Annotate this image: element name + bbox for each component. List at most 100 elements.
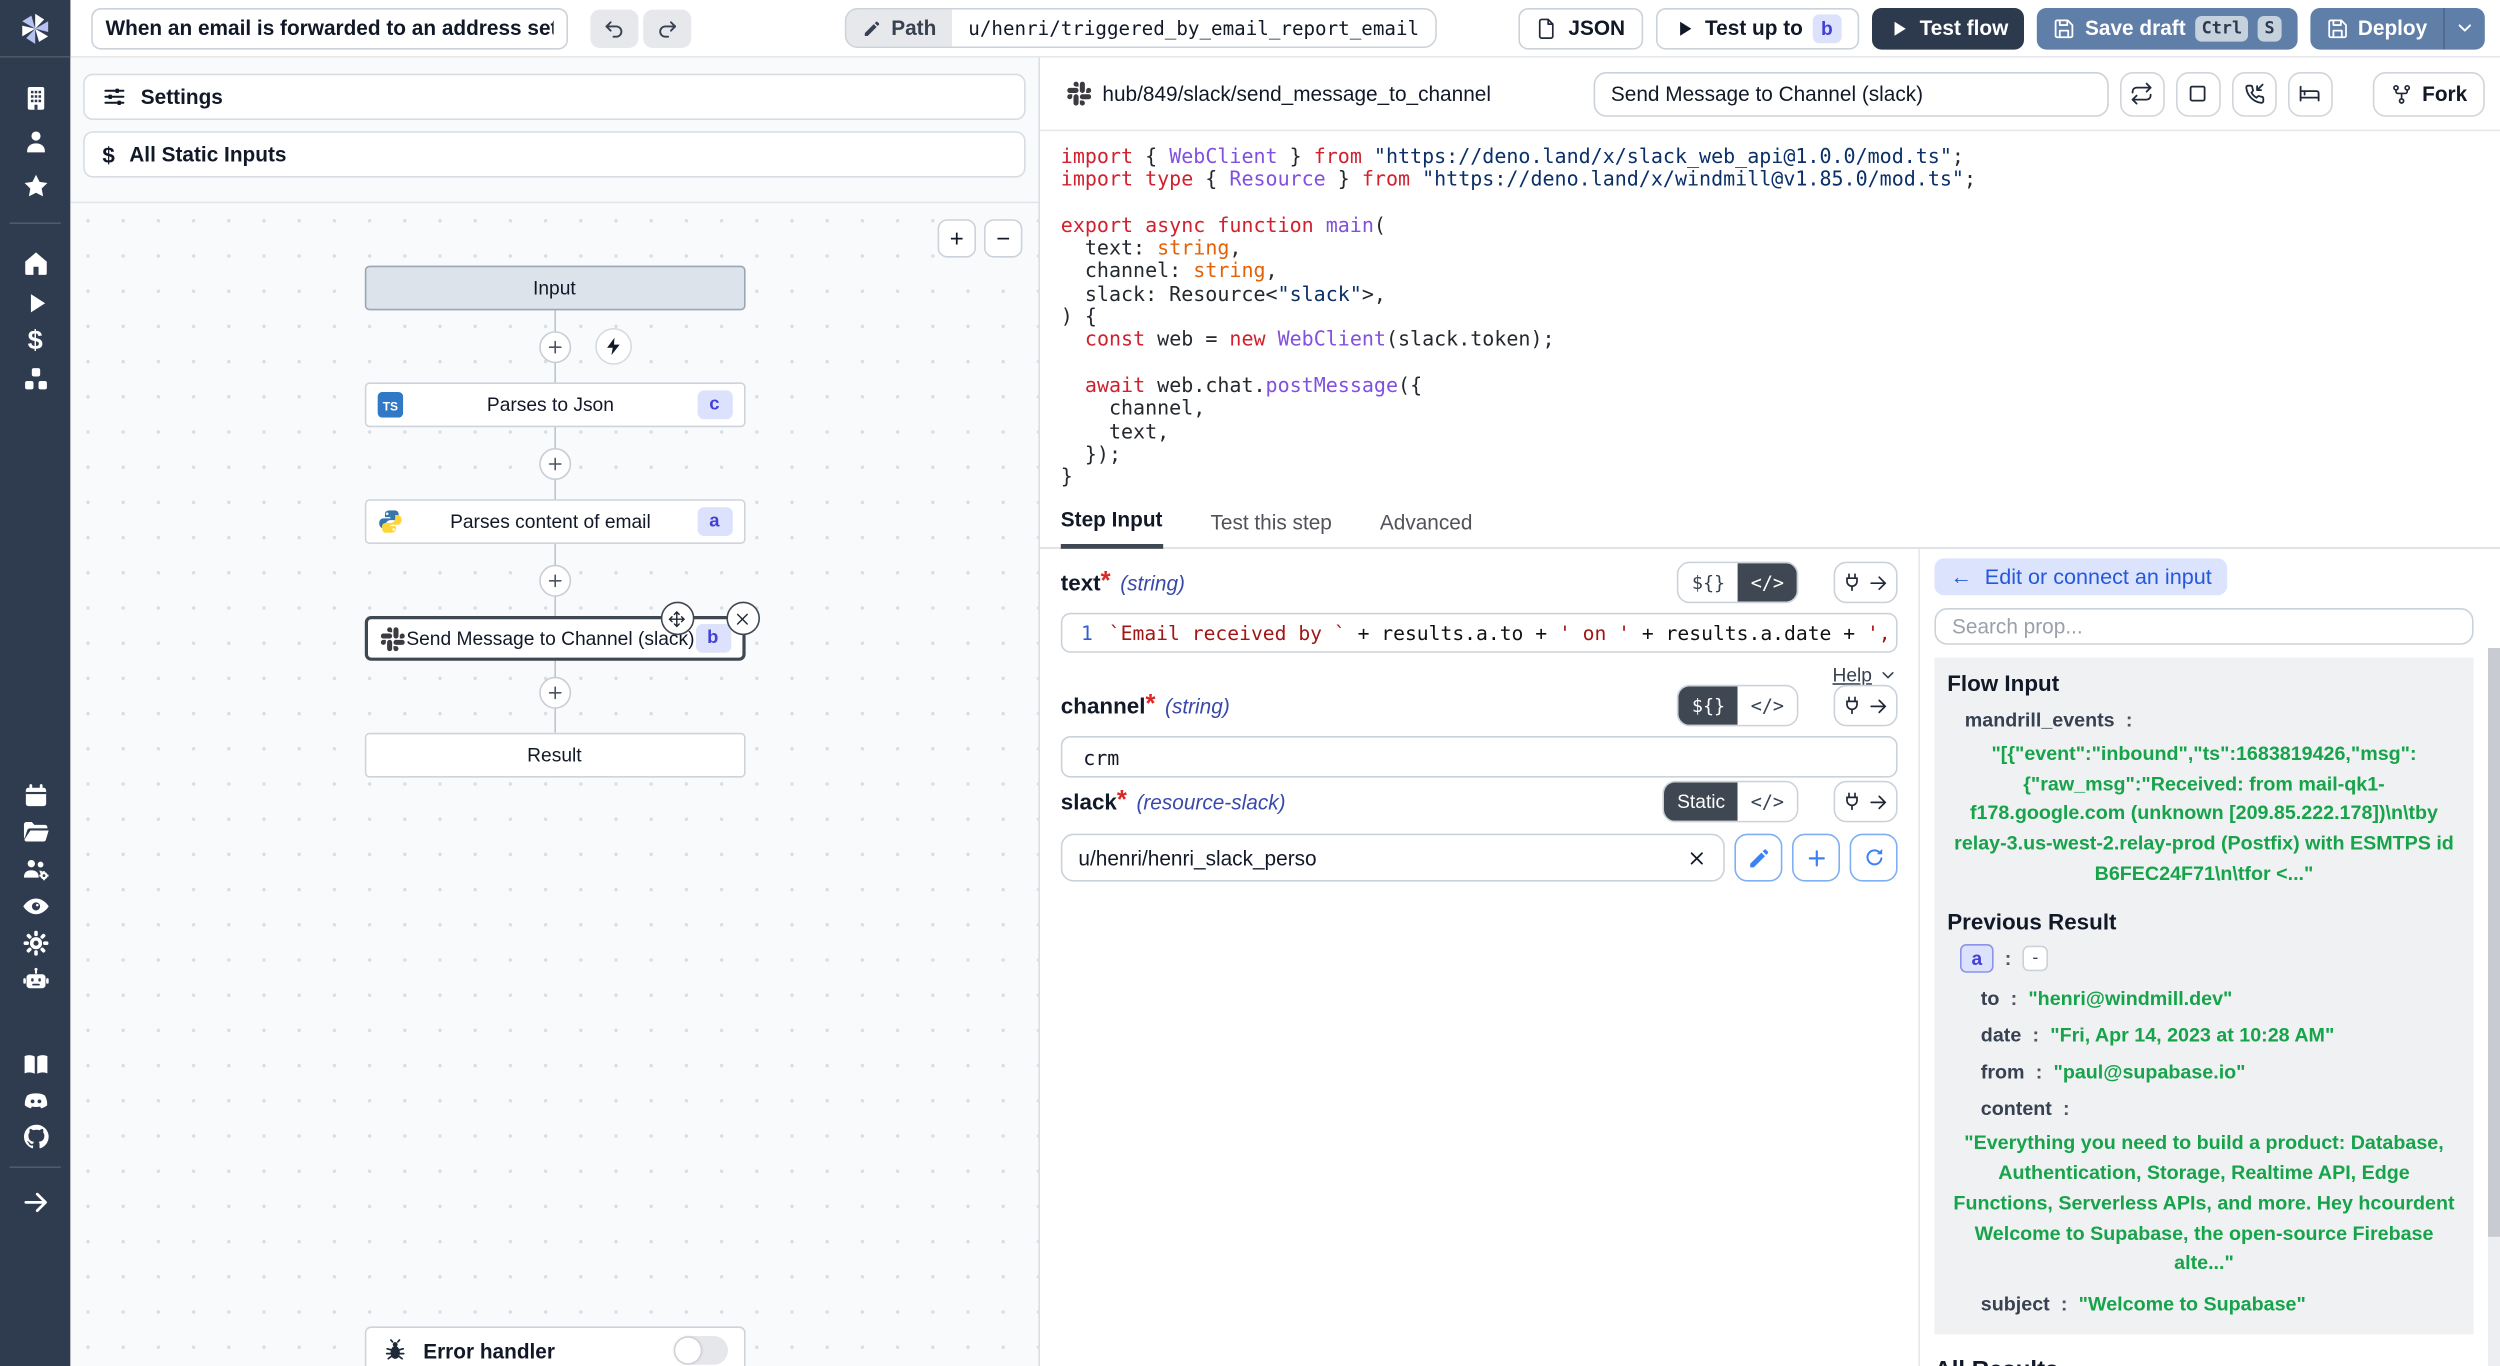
deploy-options-button[interactable] xyxy=(2443,7,2485,49)
tab-test-this-step[interactable]: Test this step xyxy=(1210,510,1331,547)
plus-icon xyxy=(545,338,564,357)
content-value[interactable]: "Everything you need to build a product:… xyxy=(1947,1129,2461,1279)
expand-editor-button[interactable] xyxy=(2176,71,2221,116)
code-mode-button[interactable]: </> xyxy=(1738,686,1797,724)
all-static-inputs-button[interactable]: $ All Static Inputs xyxy=(83,131,1025,177)
slack-mode-toggle: Static </> xyxy=(1663,781,1799,823)
insert-step-button[interactable] xyxy=(538,677,570,709)
flow-node-parses-content[interactable]: Parses content of email a xyxy=(364,499,745,544)
text-expression-editor[interactable]: 1`Email received by ` + results.a.to + '… xyxy=(1061,613,1898,653)
tab-step-input[interactable]: Step Input xyxy=(1061,507,1163,549)
app-window: $ xyxy=(0,0,2500,1366)
groups-users-gear-icon[interactable] xyxy=(19,853,51,885)
result-a-badge[interactable]: a xyxy=(1960,945,1994,974)
history-controls xyxy=(590,9,691,47)
flow-input-key[interactable]: mandrill_events xyxy=(1965,709,2115,731)
insert-step-button[interactable] xyxy=(538,448,570,480)
clear-resource-button[interactable] xyxy=(1686,847,1707,868)
save-icon xyxy=(2326,17,2348,39)
zoom-out-button[interactable]: − xyxy=(984,219,1022,257)
code-editor[interactable]: import { WebClient } from "https://deno.… xyxy=(1040,131,2500,493)
add-resource-button[interactable] xyxy=(1792,834,1840,882)
user-icon[interactable] xyxy=(19,125,51,157)
refresh-resource-button[interactable] xyxy=(1850,834,1898,882)
channel-field-label: channel xyxy=(1061,693,1146,719)
edit-or-connect-button[interactable]: ← Edit or connect an input xyxy=(1934,558,2227,595)
save-draft-button[interactable]: Save draft Ctrl S xyxy=(2037,7,2297,49)
hub-script-path: hub/849/slack/send_message_to_channel xyxy=(1067,82,1491,106)
workspace-building-icon[interactable] xyxy=(19,82,51,114)
resources-boxes-icon[interactable] xyxy=(19,363,51,395)
code-mode-button[interactable]: </> xyxy=(1738,782,1797,820)
redo-button[interactable] xyxy=(643,9,691,47)
flow-node-send-message-slack[interactable]: Send Message to Channel (slack) b xyxy=(364,616,745,661)
path-chip[interactable]: Path u/henri/triggered_by_email_report_e… xyxy=(845,8,1437,48)
discord-icon[interactable] xyxy=(19,1085,51,1117)
zoom-in-button[interactable]: + xyxy=(938,219,976,257)
play-icon xyxy=(1888,17,1910,39)
docs-book-icon[interactable] xyxy=(19,1048,51,1080)
arrow-right-icon xyxy=(1867,694,1891,718)
flow-node-parses-to-json[interactable]: TS Parses to Json c xyxy=(364,382,745,427)
expand-sidebar-arrow-icon[interactable] xyxy=(19,1186,51,1218)
all-results-title: All Results xyxy=(1934,1357,2486,1366)
runs-play-icon[interactable] xyxy=(19,286,51,318)
connect-input-button[interactable] xyxy=(1834,562,1898,604)
slack-field-type: (resource-slack) xyxy=(1136,790,1285,814)
error-handler-card[interactable]: Error handler xyxy=(364,1326,745,1366)
workers-robot-icon[interactable] xyxy=(19,963,51,995)
tab-advanced[interactable]: Advanced xyxy=(1380,510,1473,547)
folders-icon[interactable] xyxy=(19,816,51,848)
settings-gear-icon[interactable] xyxy=(19,926,51,958)
scrollbar-thumb[interactable] xyxy=(2488,648,2500,1237)
deploy-button[interactable]: Deploy xyxy=(2310,7,2443,49)
flow-node-input[interactable]: Input xyxy=(364,266,745,311)
flow-input-value[interactable]: "[{"event":"inbound","ts":1683819426,"ms… xyxy=(1947,739,2461,889)
trigger-bolt-button[interactable] xyxy=(594,328,631,365)
github-icon[interactable] xyxy=(19,1120,51,1152)
save-icon xyxy=(2053,17,2075,39)
sidebar-divider xyxy=(10,1166,61,1168)
channel-value-input[interactable]: crm xyxy=(1061,736,1898,778)
flow-node-result[interactable]: Result xyxy=(364,733,745,778)
step-name-input[interactable] xyxy=(1593,71,2108,116)
error-handler-toggle[interactable] xyxy=(673,1336,727,1365)
search-prop-input[interactable] xyxy=(1934,608,2473,645)
square-icon xyxy=(2186,82,2210,106)
test-flow-button[interactable]: Test flow xyxy=(1872,7,2025,49)
variables-dollar-icon[interactable]: $ xyxy=(19,325,51,357)
collapse-button[interactable]: - xyxy=(2023,946,2049,972)
test-up-to-button[interactable]: Test up to b xyxy=(1655,7,1858,49)
schedules-calendar-icon[interactable] xyxy=(19,779,51,811)
insert-step-button[interactable] xyxy=(538,565,570,597)
move-step-button[interactable] xyxy=(660,602,694,636)
flow-graph-canvas[interactable]: + − Input TS xyxy=(70,203,1038,1366)
insert-step-button[interactable] xyxy=(538,331,570,363)
code-mode-button[interactable]: </> xyxy=(1738,563,1797,601)
reload-script-button[interactable] xyxy=(2120,71,2165,116)
phone-incoming-button[interactable] xyxy=(2232,71,2277,116)
bed-button[interactable] xyxy=(2288,71,2333,116)
sidebar-divider xyxy=(10,222,61,224)
undo-button[interactable] xyxy=(590,9,638,47)
edit-resource-button[interactable] xyxy=(1734,834,1782,882)
audit-eye-icon[interactable] xyxy=(19,890,51,922)
connect-input-button[interactable] xyxy=(1834,781,1898,823)
favorites-star-icon[interactable] xyxy=(19,170,51,202)
fork-button[interactable]: Fork xyxy=(2373,71,2485,116)
home-icon[interactable] xyxy=(19,246,51,278)
result-row-date: date : "Fri, Apr 14, 2023 at 10:28 AM" xyxy=(1947,1025,2461,1047)
connect-input-button[interactable] xyxy=(1834,685,1898,727)
slack-resource-input[interactable]: u/henri/henri_slack_perso xyxy=(1061,834,1725,882)
json-button[interactable]: JSON xyxy=(1519,7,1643,49)
flow-settings-button[interactable]: Settings xyxy=(83,74,1025,120)
flow-title-input[interactable] xyxy=(91,7,568,49)
chevron-down-icon xyxy=(1878,666,1897,685)
static-mode-button[interactable]: Static xyxy=(1664,782,1738,820)
text-mode-toggle: ${} </> xyxy=(1678,562,1799,604)
template-mode-button[interactable]: ${} xyxy=(1679,686,1738,724)
help-link[interactable]: Help xyxy=(1833,664,1873,686)
template-mode-button[interactable]: ${} xyxy=(1679,563,1738,601)
delete-step-button[interactable] xyxy=(726,602,760,636)
windmill-logo[interactable] xyxy=(0,0,70,58)
